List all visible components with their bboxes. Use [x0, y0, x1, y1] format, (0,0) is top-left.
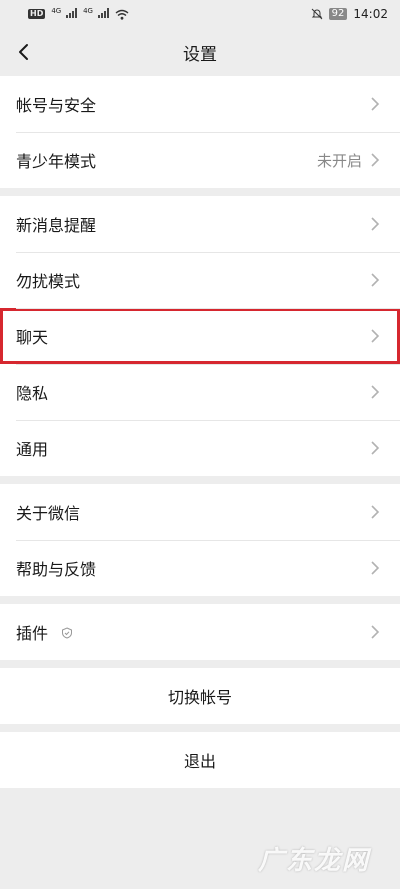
switch-account-button[interactable]: 切换帐号	[0, 668, 400, 724]
chevron-right-icon	[371, 153, 380, 167]
network-type-2: 4G	[83, 7, 93, 15]
chevron-right-icon	[371, 217, 380, 231]
settings-item-general[interactable]: 通用	[0, 420, 400, 476]
settings-item-teen-mode[interactable]: 青少年模式 未开启	[0, 132, 400, 188]
chevron-right-icon	[371, 97, 380, 111]
settings-item-do-not-disturb[interactable]: 勿扰模式	[0, 252, 400, 308]
settings-group-account: 帐号与安全 青少年模式 未开启	[0, 76, 400, 188]
settings-item-label: 隐私	[16, 384, 49, 403]
settings-item-chat[interactable]: 聊天	[0, 308, 400, 364]
hd-badge: HD	[28, 9, 46, 19]
settings-item-label: 帮助与反馈	[16, 560, 97, 579]
watermark-logo: 广东龙网	[257, 846, 370, 876]
settings-item-label: 新消息提醒	[16, 216, 97, 235]
settings-item-account-security[interactable]: 帐号与安全	[0, 76, 400, 132]
settings-item-label: 通用	[16, 440, 49, 459]
shield-icon	[62, 627, 73, 639]
settings-item-label: 关于微信	[16, 504, 81, 523]
back-arrow-icon[interactable]	[14, 40, 36, 64]
nav-bar: 设置	[0, 28, 400, 76]
status-time: 14:02	[353, 7, 388, 21]
settings-item-plugins[interactable]: 插件	[0, 604, 400, 660]
chevron-right-icon	[371, 385, 380, 399]
signal-icon-1: 4G	[51, 7, 78, 21]
settings-group-plugins: 插件	[0, 604, 400, 660]
wifi-icon	[115, 9, 129, 20]
page-title: 设置	[183, 44, 217, 65]
settings-group-messages: 新消息提醒 勿扰模式 聊天 隐私 通用	[0, 196, 400, 476]
status-right: 92 14:02	[311, 7, 388, 21]
settings-item-privacy[interactable]: 隐私	[0, 364, 400, 420]
settings-item-help-feedback[interactable]: 帮助与反馈	[0, 540, 400, 596]
settings-item-label: 插件	[16, 620, 370, 644]
logout-group: 退出	[0, 732, 400, 788]
signal-icon-2: 4G	[83, 7, 109, 21]
chevron-right-icon	[371, 329, 380, 343]
logout-button[interactable]: 退出	[0, 732, 400, 788]
settings-item-label: 勿扰模式	[16, 272, 81, 291]
chevron-right-icon	[371, 441, 380, 455]
settings-item-label: 青少年模式	[16, 152, 97, 171]
status-left: HD 4G 4G	[28, 7, 129, 21]
mute-bell-icon	[311, 8, 323, 20]
chevron-right-icon	[371, 505, 380, 519]
teen-mode-status: 未开启	[316, 151, 362, 170]
settings-item-label: 聊天	[16, 328, 49, 347]
chevron-right-icon	[371, 561, 380, 575]
chevron-right-icon	[371, 625, 380, 639]
settings-item-new-message-alerts[interactable]: 新消息提醒	[0, 196, 400, 252]
settings-item-label: 帐号与安全	[16, 96, 97, 115]
settings-group-about: 关于微信 帮助与反馈	[0, 484, 400, 596]
battery-indicator: 92	[328, 8, 348, 20]
chevron-right-icon	[371, 273, 380, 287]
switch-account-group: 切换帐号	[0, 668, 400, 724]
plugins-label: 插件	[16, 624, 49, 643]
status-bar: HD 4G 4G 92 14:02	[0, 0, 400, 28]
settings-item-about-wechat[interactable]: 关于微信	[0, 484, 400, 540]
network-type-1: 4G	[51, 7, 62, 15]
